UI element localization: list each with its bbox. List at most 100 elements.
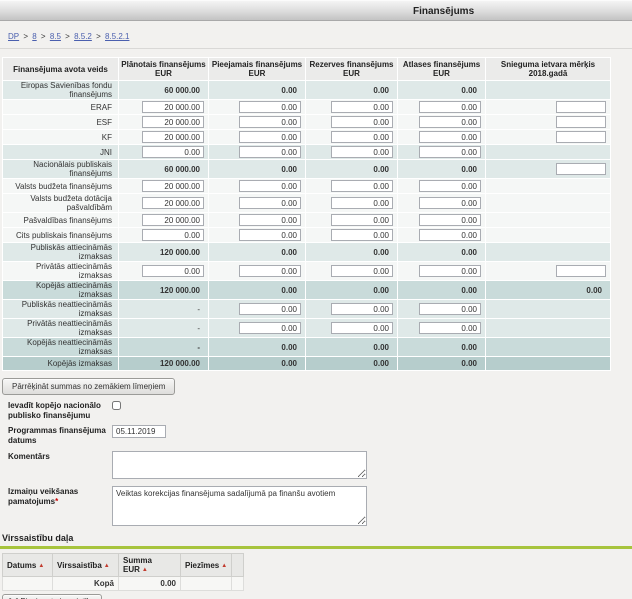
breadcrumb-link-8.5[interactable]: 8.5: [50, 32, 61, 41]
privatas-neattiecinamas-rezerves-input[interactable]: [331, 322, 393, 334]
privatas-attiecinamas-atlases-cell: [398, 262, 486, 281]
overcommitment-col-3[interactable]: Piezīmes▲: [181, 554, 232, 577]
pasvaldibas-planotais-cell: [119, 213, 209, 228]
finance-col-header-1: Plānotais finansējums EUR: [119, 58, 209, 81]
valsts-budzeta-planotais-cell: [119, 179, 209, 194]
valsts-budzeta-dotacija-rezerves-cell: [306, 194, 398, 213]
sort-icon: ▲: [221, 563, 227, 569]
privatas-attiecinamas-atlases-input[interactable]: [419, 265, 481, 277]
jni-pieejamais-cell: [209, 145, 306, 160]
esf-planotais-input[interactable]: [142, 116, 204, 128]
publiskas-attiecinamas-planotais-value: 120 000.00: [119, 243, 209, 262]
breadcrumb-separator: >: [39, 32, 48, 41]
pasvaldibas-planotais-input[interactable]: [142, 214, 204, 226]
kf-snieguma-merkis-input[interactable]: [556, 131, 606, 143]
esf-snieguma-merkis-input[interactable]: [556, 116, 606, 128]
valsts-budzeta-dotacija-planotais-input[interactable]: [142, 197, 204, 209]
privatas-neattiecinamas-atlases-input[interactable]: [419, 322, 481, 334]
publiskas-neattiecinamas-rezerves-cell: [306, 300, 398, 319]
programme-date-input[interactable]: [112, 425, 166, 438]
privatas-attiecinamas-pieejamais-input[interactable]: [239, 265, 301, 277]
pasvaldibas-pieejamais-input[interactable]: [239, 214, 301, 226]
breadcrumb-link-8[interactable]: 8: [32, 32, 36, 41]
privatas-attiecinamas-planotais-input[interactable]: [142, 265, 204, 277]
overcommitment-col-2[interactable]: Summa EUR▲: [119, 554, 181, 577]
valsts-budzeta-planotais-input[interactable]: [142, 180, 204, 192]
overcommitment-heading: Virssaistību daļa: [2, 533, 632, 543]
es-fondu-finansejums-pieejamais-value: 0.00: [209, 81, 306, 100]
breadcrumb: DP > 8 > 8.5 > 8.5.2 > 8.5.2.1: [8, 32, 632, 41]
cits-publiskais-rezerves-input[interactable]: [331, 229, 393, 241]
valsts-budzeta-atlases-cell: [398, 179, 486, 194]
programme-date-label: Programmas finansējuma datums: [8, 425, 112, 445]
cits-publiskais-planotais-input[interactable]: [142, 229, 204, 241]
eraf-atlases-input[interactable]: [419, 101, 481, 113]
comment-textarea[interactable]: [112, 451, 367, 479]
kopejas-neattiecinamas-atlases-value: 0.00: [398, 338, 486, 357]
kopejas-attiecinamas-planotais-value: 120 000.00: [119, 281, 209, 300]
publiskas-attiecinamas-pieejamais-value: 0.00: [209, 243, 306, 262]
valsts-budzeta-dotacija-rezerves-input[interactable]: [331, 197, 393, 209]
publiskas-neattiecinamas-pieejamais-input[interactable]: [239, 303, 301, 315]
publiskas-attiecinamas-atlases-value: 0.00: [398, 243, 486, 262]
breadcrumb-link-8.5.2.1[interactable]: 8.5.2.1: [105, 32, 129, 41]
valsts-budzeta-dotacija-pieejamais-input[interactable]: [239, 197, 301, 209]
valsts-budzeta-pieejamais-input[interactable]: [239, 180, 301, 192]
jni-planotais-input[interactable]: [142, 146, 204, 158]
esf-atlases-input[interactable]: [419, 116, 481, 128]
finance-row-publiskas-attiecinamas: Publiskās attiecināmās izmaksas120 000.0…: [3, 243, 611, 262]
esf-pieejamais-input[interactable]: [239, 116, 301, 128]
valsts-budzeta-dotacija-atlases-input[interactable]: [419, 197, 481, 209]
eraf-snieguma-merkis-input[interactable]: [556, 101, 606, 113]
nacionalais-publiskais-atlases-value: 0.00: [398, 160, 486, 179]
kopejas-attiecinamas-snieguma-merkis-value: 0.00: [486, 281, 611, 300]
cits-publiskais-pieejamais-input[interactable]: [239, 229, 301, 241]
sort-icon: ▲: [142, 567, 148, 573]
kf-atlases-input[interactable]: [419, 131, 481, 143]
justification-label: Izmaiņu veikšanas pamatojums*: [8, 486, 112, 506]
jni-atlases-input[interactable]: [419, 146, 481, 158]
overcommitment-col-0[interactable]: Datums▲: [3, 554, 53, 577]
kopejas-neattiecinamas-rezerves-value: 0.00: [306, 338, 398, 357]
publiskas-neattiecinamas-atlases-input[interactable]: [419, 303, 481, 315]
jni-pieejamais-input[interactable]: [239, 146, 301, 158]
overcommitment-col-1[interactable]: Virssaistība▲: [53, 554, 119, 577]
eraf-planotais-input[interactable]: [142, 101, 204, 113]
publiskas-neattiecinamas-rezerves-input[interactable]: [331, 303, 393, 315]
privatas-attiecinamas-snieguma-merkis-input[interactable]: [556, 265, 606, 277]
pasvaldibas-atlases-input[interactable]: [419, 214, 481, 226]
pasvaldibas-rezerves-input[interactable]: [331, 214, 393, 226]
privatas-attiecinamas-label: Privātās attiecināmās izmaksas: [3, 262, 119, 281]
publiskas-attiecinamas-snieguma-merkis-cell: [486, 243, 611, 262]
recalculate-button[interactable]: Pārrēķināt summas no zemākiem līmeņiem: [2, 378, 175, 395]
breadcrumb-link-8.5.2[interactable]: 8.5.2: [74, 32, 92, 41]
esf-rezerves-input[interactable]: [331, 116, 393, 128]
total-national-checkbox[interactable]: [112, 401, 121, 410]
jni-rezerves-input[interactable]: [331, 146, 393, 158]
privatas-attiecinamas-rezerves-input[interactable]: [331, 265, 393, 277]
cits-publiskais-atlases-input[interactable]: [419, 229, 481, 241]
nacionalais-publiskais-snieguma-merkis-input[interactable]: [556, 163, 606, 175]
eraf-rezerves-input[interactable]: [331, 101, 393, 113]
valsts-budzeta-pieejamais-cell: [209, 179, 306, 194]
cits-publiskais-rezerves-cell: [306, 228, 398, 243]
kf-pieejamais-input[interactable]: [239, 131, 301, 143]
valsts-budzeta-atlases-input[interactable]: [419, 180, 481, 192]
sort-icon: ▲: [38, 563, 44, 569]
privatas-neattiecinamas-pieejamais-input[interactable]: [239, 322, 301, 334]
valsts-budzeta-dotacija-label: Valsts budžeta dotācija pašvaldībām: [3, 194, 119, 213]
kf-planotais-input[interactable]: [142, 131, 204, 143]
breadcrumb-link-DP[interactable]: DP: [8, 32, 19, 41]
eraf-pieejamais-input[interactable]: [239, 101, 301, 113]
pasvaldibas-atlases-cell: [398, 213, 486, 228]
finance-row-privatas-neattiecinamas: Privātās neattiecināmās izmaksas-: [3, 319, 611, 338]
pasvaldibas-snieguma-merkis-cell: [486, 213, 611, 228]
es-fondu-finansejums-atlases-value: 0.00: [398, 81, 486, 100]
valsts-budzeta-rezerves-input[interactable]: [331, 180, 393, 192]
justification-textarea[interactable]: Veiktas korekcijas finansējuma sadalījum…: [112, 486, 367, 526]
kf-rezerves-input[interactable]: [331, 131, 393, 143]
kf-label: KF: [3, 130, 119, 145]
add-overcommitment-button[interactable]: [+] Pievienot virssaistību: [2, 594, 102, 599]
finance-row-esf: ESF: [3, 115, 611, 130]
pasvaldibas-pieejamais-cell: [209, 213, 306, 228]
